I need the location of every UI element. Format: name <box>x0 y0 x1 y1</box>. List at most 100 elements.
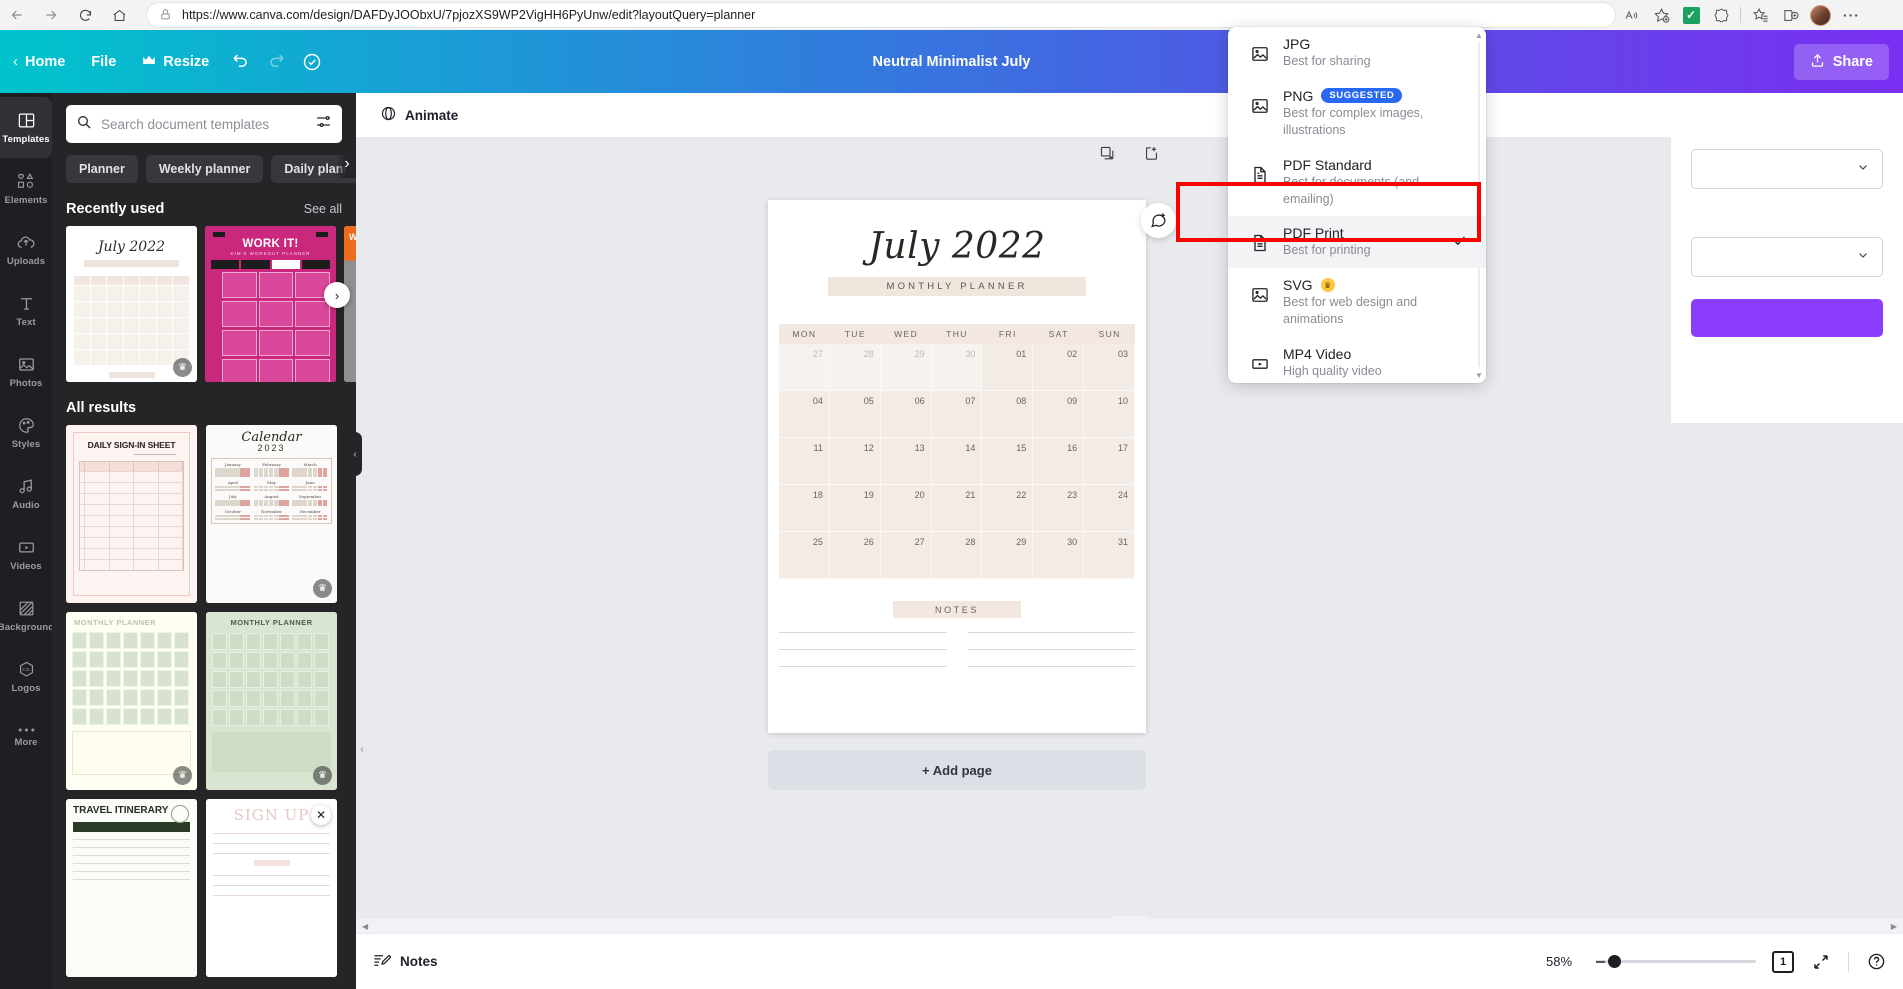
template-thumb-calendar-2023[interactable]: Calendar 2023 January February March Apr… <box>206 425 337 603</box>
sidebar-item-videos[interactable]: Videos <box>0 524 52 585</box>
sidebar-item-photos[interactable]: Photos <box>0 341 52 402</box>
add-favorite-icon[interactable] <box>1646 2 1676 28</box>
pills-next-icon[interactable]: › <box>336 150 356 178</box>
svg-text:CO.: CO. <box>22 667 30 673</box>
canva-editor-window: https://www.canva.com/design/DAFDyJOObxU… <box>0 0 1903 989</box>
carousel-next-button[interactable]: › <box>324 282 350 308</box>
canvas-collapse-handle[interactable]: ‹ <box>356 734 368 764</box>
browser-back-icon[interactable] <box>0 2 34 28</box>
option-desc-png: Best for complex images, illustrations <box>1283 105 1424 137</box>
template-thumb-july-2022[interactable]: July 2022 ♛ <box>66 226 197 382</box>
calendar-cell: 12 <box>829 438 881 485</box>
weekday-sat: SAT <box>1048 329 1069 339</box>
calendar-cell: 02 <box>1033 344 1085 391</box>
browser-forward-icon[interactable] <box>34 2 68 28</box>
split-screen-icon[interactable] <box>1775 2 1805 28</box>
photos-icon <box>18 357 34 371</box>
pill-planner[interactable]: Planner <box>66 155 138 183</box>
search-box[interactable] <box>66 105 342 143</box>
pill-weekly-planner[interactable]: Weekly planner <box>145 155 264 183</box>
file-menu-button[interactable]: File <box>78 44 129 80</box>
notes-button[interactable]: Notes <box>372 951 438 973</box>
undo-button[interactable] <box>222 44 258 80</box>
zoom-slider[interactable] <box>1596 955 1756 969</box>
calendar-cell: 24 <box>1084 485 1136 532</box>
address-bar[interactable]: https://www.canva.com/design/DAFDyJOObxU… <box>146 2 1616 28</box>
canvas-bottom-scroll-strip[interactable]: ◀ ▶ <box>356 919 1903 933</box>
sidebar-item-text[interactable]: Text <box>0 280 52 341</box>
add-page-icon[interactable] <box>1141 142 1163 164</box>
sidebar-item-background[interactable]: Background <box>0 585 54 646</box>
zoom-out-icon[interactable] <box>1596 960 1605 963</box>
share-button[interactable]: Share <box>1793 44 1889 80</box>
page-tools <box>1097 142 1163 164</box>
redo-button[interactable] <box>258 44 294 80</box>
template-thumb-sign-up[interactable]: SIGN UP ✕ <box>206 799 337 977</box>
export-option-select-1[interactable] <box>1691 149 1883 189</box>
scroll-right-icon[interactable]: ▶ <box>1891 922 1897 931</box>
pro-crown-icon-mp-sage: ♛ <box>313 766 332 785</box>
template-thumb-monthly-planner-cream[interactable]: MONTHLY PLANNER ♛ <box>66 612 197 790</box>
sidebar-label-audio: Audio <box>12 499 40 511</box>
calendar-row: 18 19 20 21 22 23 24 <box>779 485 1136 532</box>
template-thumb-work-it[interactable]: WORK IT! KIM'S WORKOUT PLANNER <box>205 226 336 382</box>
pro-crown-icon-2023: ♛ <box>313 579 332 598</box>
sidebar-item-logos[interactable]: CO. Logos <box>0 646 52 707</box>
export-option-mp4[interactable]: MP4 Video High quality video <box>1228 337 1486 383</box>
duplicate-page-icon[interactable] <box>1097 142 1119 164</box>
pro-crown-icon-mp-cream: ♛ <box>173 766 192 785</box>
export-option-pdf-standard[interactable]: PDF Standard Best for documents (and ema… <box>1228 148 1486 217</box>
export-option-png[interactable]: PNG SUGGESTED Best for complex images, i… <box>1228 79 1486 148</box>
close-icon[interactable]: ✕ <box>311 805 331 825</box>
export-option-select-2[interactable] <box>1691 237 1883 277</box>
zoom-slider-knob[interactable] <box>1608 955 1621 968</box>
export-option-jpg[interactable]: JPG Best for sharing <box>1228 27 1486 79</box>
export-option-svg[interactable]: SVG ♛ Best for web design and animations <box>1228 268 1486 337</box>
option-title-jpg: JPG <box>1283 36 1311 52</box>
animate-label: Animate <box>405 107 459 123</box>
uploads-icon <box>17 236 35 248</box>
sidebar-item-more[interactable]: More <box>0 707 52 768</box>
collections-icon[interactable] <box>1706 2 1736 28</box>
browser-home-icon[interactable] <box>102 2 136 28</box>
animate-button[interactable]: Animate <box>370 99 468 131</box>
favorites-list-icon[interactable] <box>1745 2 1775 28</box>
template-thumb-travel-itinerary[interactable]: TRAVEL ITINERARY <box>66 799 197 977</box>
design-page[interactable]: July 2022 MONTHLY PLANNER MON TUE WED TH… <box>768 200 1146 733</box>
panel-collapse-handle[interactable]: ‹ <box>348 432 362 476</box>
add-page-button[interactable]: + Add page <box>768 750 1146 790</box>
browser-reload-icon[interactable] <box>68 2 102 28</box>
page-count-button[interactable]: 1 <box>1770 948 1796 975</box>
add-comment-button[interactable] <box>1141 203 1176 238</box>
sidebar-item-audio[interactable]: Audio <box>0 463 52 524</box>
extension-check-icon[interactable]: ✓ <box>1676 2 1706 28</box>
image-icon <box>1250 44 1270 64</box>
notes-label: Notes <box>400 954 438 969</box>
template-thumb-daily-sign-in[interactable]: DAILY SIGN-IN SHEET <box>66 425 197 603</box>
calendar-cell: 07 <box>931 391 983 438</box>
resize-button[interactable]: Resize <box>129 44 222 80</box>
fullscreen-icon[interactable] <box>1810 951 1832 973</box>
download-button[interactable] <box>1691 299 1883 337</box>
sidebar-item-elements[interactable]: Elements <box>0 158 52 219</box>
search-input[interactable] <box>101 116 306 132</box>
sidebar-item-uploads[interactable]: Uploads <box>0 219 52 280</box>
cloud-saved-icon[interactable] <box>294 44 330 80</box>
browser-more-icon[interactable] <box>1835 2 1865 28</box>
help-icon[interactable] <box>1865 951 1887 973</box>
sidebar-item-styles[interactable]: Styles <box>0 402 52 463</box>
see-all-link[interactable]: See all <box>304 202 342 216</box>
home-button[interactable]: ‹ Home <box>0 44 78 80</box>
sidebar-item-templates[interactable]: Templates <box>0 97 52 158</box>
design-notes-label: NOTES <box>893 601 1021 618</box>
browser-profile-avatar[interactable] <box>1805 2 1835 28</box>
read-aloud-icon[interactable] <box>1616 2 1646 28</box>
thumb-subtitle-july <box>84 260 179 267</box>
template-thumb-monthly-planner-sage[interactable]: MONTHLY PLANNER ♛ <box>206 612 337 790</box>
thumb-title-july: July 2022 <box>97 239 166 255</box>
sidebar-label-styles: Styles <box>11 438 41 450</box>
export-option-pdf-print[interactable]: PDF Print Best for printing <box>1228 216 1486 269</box>
address-bar-text: https://www.canva.com/design/DAFDyJOObxU… <box>182 8 756 22</box>
filter-icon[interactable] <box>315 113 332 135</box>
scroll-left-icon[interactable]: ◀ <box>362 922 368 931</box>
